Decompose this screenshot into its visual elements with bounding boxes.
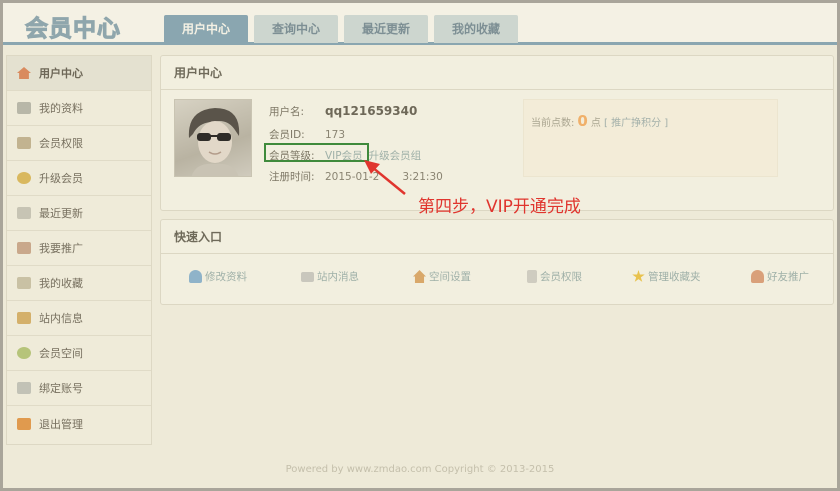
file-icon xyxy=(527,270,537,283)
quick-item-label: 好友推广 xyxy=(767,271,809,283)
user-avatar xyxy=(174,99,252,177)
user-info-panel: 用户中心 用户名: qq121659340 会员ID: 173 会员等级: VIP会员… xyxy=(160,55,834,211)
book-icon xyxy=(17,137,31,149)
sidebar-item-favorites[interactable]: 我的收藏 xyxy=(7,266,151,301)
username-value: qq121659340 xyxy=(325,104,418,118)
member-id-value: 173 xyxy=(325,129,346,141)
tab-recent-updates[interactable]: 最近更新 xyxy=(344,15,428,43)
member-id-label: 会员ID: xyxy=(269,129,305,141)
window-frame: 会员中心 用户中心 查询中心 最近更新 我的收藏 用户中心 我的资料 会员权限 … xyxy=(0,0,840,491)
sidebar: 用户中心 我的资料 会员权限 升级会员 最近更新 我要推广 我的收藏 站内信息 xyxy=(6,55,152,445)
sidebar-item-upgrade[interactable]: 升级会员 xyxy=(7,161,151,196)
quick-edit-profile[interactable]: 修改资料 xyxy=(189,269,247,284)
page: 会员中心 用户中心 查询中心 最近更新 我的收藏 用户中心 我的资料 会员权限 … xyxy=(3,3,837,488)
sidebar-item-promote[interactable]: 我要推广 xyxy=(7,231,151,266)
globe-icon xyxy=(17,347,31,359)
quick-friend-promote[interactable]: 好友推广 xyxy=(751,269,809,284)
sidebar-item-label: 用户中心 xyxy=(39,67,83,80)
house-icon xyxy=(413,270,426,283)
points-value: 0 xyxy=(577,112,588,130)
quick-item-label: 空间设置 xyxy=(429,271,471,283)
member-id-row: 会员ID: 173 xyxy=(269,127,345,142)
profile-card-icon xyxy=(17,102,31,114)
quick-site-messages[interactable]: 站内消息 xyxy=(301,269,359,284)
register-time-label: 注册时间: xyxy=(269,171,315,183)
coins-icon xyxy=(17,172,31,184)
quick-manage-favorites[interactable]: 管理收藏夹 xyxy=(632,269,701,284)
promote-icon xyxy=(17,242,31,254)
tab-query-center[interactable]: 查询中心 xyxy=(254,15,338,43)
site-logo[interactable]: 会员中心 xyxy=(25,9,121,43)
star-icon xyxy=(632,270,645,282)
grid-icon xyxy=(17,382,31,394)
promote-points-link[interactable]: [ 推广挣积分 ] xyxy=(604,118,668,129)
quick-member-permissions[interactable]: 会员权限 xyxy=(527,269,582,284)
points-box: 当前点数: 0 点 [ 推广挣积分 ] xyxy=(523,99,778,177)
step-annotation: 第四步，VIP开通完成 xyxy=(418,197,581,217)
sidebar-item-user-center[interactable]: 用户中心 xyxy=(7,56,151,91)
quick-space-settings[interactable]: 空间设置 xyxy=(413,269,471,284)
sidebar-item-space[interactable]: 会员空间 xyxy=(7,336,151,371)
envelope-icon xyxy=(301,271,314,282)
tab-user-center[interactable]: 用户中心 xyxy=(164,15,248,43)
points-label: 当前点数: xyxy=(531,118,575,129)
sidebar-item-label: 退出管理 xyxy=(39,417,83,431)
sidebar-item-label: 最近更新 xyxy=(39,207,83,220)
sidebar-item-my-profile[interactable]: 我的资料 xyxy=(7,91,151,126)
tab-my-favorites[interactable]: 我的收藏 xyxy=(434,15,518,43)
sidebar-item-label: 会员空间 xyxy=(39,347,83,360)
sidebar-item-logout[interactable]: 退出管理 xyxy=(7,406,151,441)
mail-icon xyxy=(17,312,31,324)
sidebar-item-bind-account[interactable]: 绑定账号 xyxy=(7,371,151,406)
sidebar-item-label: 升级会员 xyxy=(39,172,83,185)
sidebar-item-label: 我的资料 xyxy=(39,102,83,115)
exit-icon xyxy=(17,417,31,430)
header: 会员中心 用户中心 查询中心 最近更新 我的收藏 xyxy=(3,3,837,45)
sidebar-item-label: 站内信息 xyxy=(39,312,83,325)
points-unit: 点 xyxy=(590,118,601,129)
user-edit-icon xyxy=(189,270,202,283)
sidebar-item-permissions[interactable]: 会员权限 xyxy=(7,126,151,161)
avatar-portrait-icon xyxy=(188,108,240,176)
quick-item-label: 站内消息 xyxy=(317,271,359,283)
panel-title: 用户中心 xyxy=(161,56,833,90)
sidebar-item-recent[interactable]: 最近更新 xyxy=(7,196,151,231)
home-icon xyxy=(17,67,31,79)
panel-title: 快速入口 xyxy=(161,220,833,254)
sidebar-item-label: 我的收藏 xyxy=(39,277,83,290)
footer-copyright: Powered by www.zmdao.com Copyright © 201… xyxy=(285,464,555,475)
sidebar-item-label: 会员权限 xyxy=(39,137,83,150)
quick-item-label: 修改资料 xyxy=(205,271,247,283)
sidebar-item-label: 绑定账号 xyxy=(39,382,83,395)
sidebar-item-messages[interactable]: 站内信息 xyxy=(7,301,151,336)
friends-icon xyxy=(751,270,764,283)
username-label: 用户名: xyxy=(269,106,305,118)
quick-item-label: 会员权限 xyxy=(540,271,582,283)
favorite-doc-icon xyxy=(17,277,31,289)
sidebar-item-label: 我要推广 xyxy=(39,242,83,255)
quick-item-label: 管理收藏夹 xyxy=(648,271,701,283)
points-line: 当前点数: 0 点 [ 推广挣积分 ] xyxy=(531,112,668,130)
annotation-arrow-icon xyxy=(364,160,406,195)
username-row: 用户名: qq121659340 xyxy=(269,104,417,119)
quick-entry-panel: 快速入口 修改资料 站内消息 空间设置 会员权限 管理收藏夹 好友推广 xyxy=(160,219,834,305)
level-highlight-box xyxy=(264,143,369,162)
document-icon xyxy=(17,207,31,219)
